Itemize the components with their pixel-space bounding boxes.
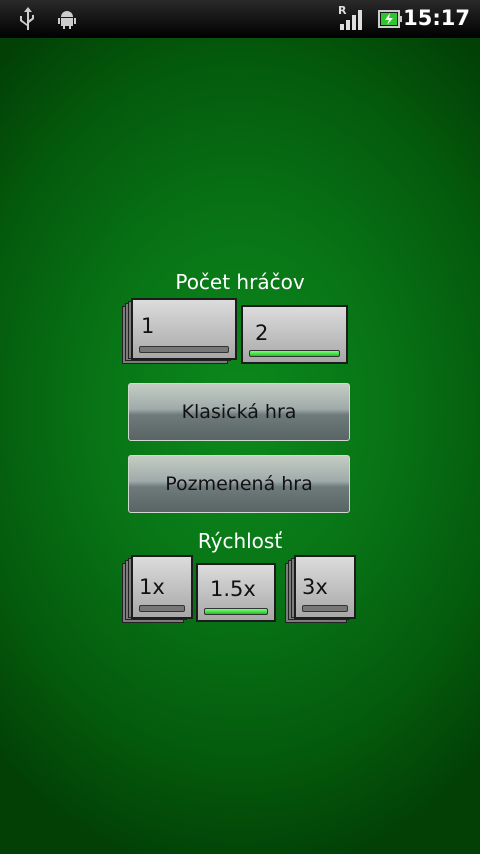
player-option-1-indicator [139, 346, 229, 353]
player-option-1-label: 1 [141, 314, 155, 338]
speed-option-3x-tile[interactable]: 3x [294, 555, 356, 619]
clock: 15:17 [403, 6, 470, 30]
player-option-1[interactable]: 1 [122, 298, 240, 366]
speed-label: Rýchlosť [197, 529, 283, 553]
speed-option-3x[interactable]: 3x [285, 555, 357, 623]
speed-option-3x-label: 3x [302, 575, 328, 599]
player-option-1-tile[interactable]: 1 [131, 298, 237, 360]
speed-option-1x-label: 1x [139, 575, 165, 599]
player-option-2-label: 2 [255, 321, 269, 345]
classic-game-button[interactable]: Klasická hra [128, 383, 350, 441]
speed-option-1x-tile[interactable]: 1x [131, 555, 193, 619]
players-label: Počet hráčov [175, 270, 305, 294]
speed-option-1x[interactable]: 1x [122, 555, 194, 623]
signal-icon [340, 10, 362, 30]
status-bar: R 15:17 [0, 0, 480, 38]
speed-option-3x-indicator [302, 605, 348, 612]
speed-option-1-5x-indicator [204, 608, 268, 615]
android-icon [58, 11, 76, 29]
player-option-2-indicator [249, 350, 340, 357]
battery-charging-icon [378, 10, 402, 28]
player-option-2[interactable]: 2 [241, 305, 348, 364]
usb-icon [20, 7, 34, 30]
speed-option-1-5x-label: 1.5x [210, 577, 256, 601]
speed-option-1-5x[interactable]: 1.5x [196, 563, 276, 622]
modified-game-button[interactable]: Pozmenená hra [128, 455, 350, 513]
speed-option-1x-indicator [139, 605, 185, 612]
